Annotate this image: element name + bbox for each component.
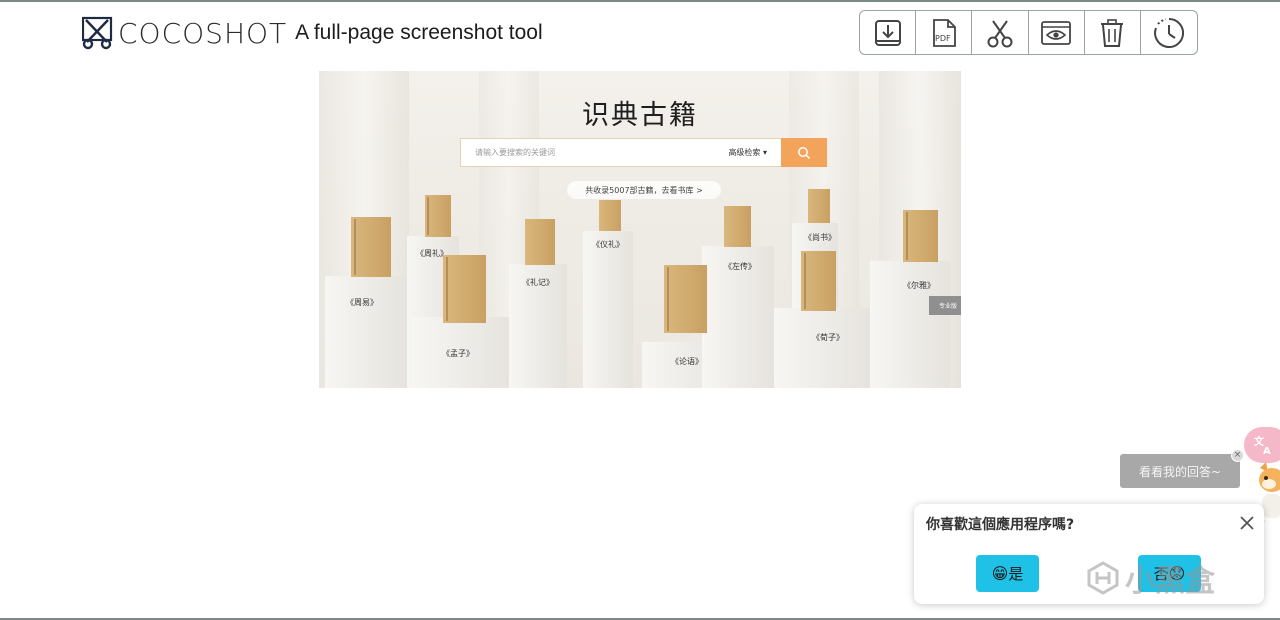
preview-search-box[interactable]: 请输入要搜索的关键词 高级检索 ▾ xyxy=(460,138,782,167)
book-label: 《荀子》 xyxy=(812,333,844,342)
crop-button[interactable] xyxy=(972,11,1029,54)
trash-icon xyxy=(1101,18,1124,47)
book-label: 《尚书》 xyxy=(804,233,836,242)
toolbar: PDF xyxy=(859,10,1198,55)
top-border xyxy=(0,0,1280,2)
eye-icon xyxy=(1041,20,1071,45)
brand-name: COCOSHOT xyxy=(118,16,288,50)
preview-advanced-search[interactable]: 高级检索 ▾ xyxy=(728,147,767,158)
scissors-logo-icon xyxy=(82,16,113,50)
watermark-text: 小黑盒 xyxy=(1125,564,1215,599)
download-button[interactable] xyxy=(860,11,917,54)
preview-search-placeholder: 请输入要搜索的关键词 xyxy=(475,148,555,157)
svg-text:A: A xyxy=(1263,446,1271,456)
translate-icon: 文 A xyxy=(1254,435,1271,456)
rating-yes-button[interactable]: 😁 是 xyxy=(976,555,1039,592)
brand-tagline: A full-page screenshot tool xyxy=(295,21,543,44)
book-label: 《周易》 xyxy=(346,298,378,307)
brand: COCOSHOT A full-page screenshot tool xyxy=(82,14,543,52)
pdf-icon-label: PDF xyxy=(935,34,951,43)
preview-side-tab[interactable]: 专业版 xyxy=(929,296,961,315)
book-label: 《孟子》 xyxy=(442,349,474,358)
download-icon xyxy=(874,19,901,46)
translate-button[interactable]: 文 A xyxy=(1244,427,1280,463)
book-label: 《论语》 xyxy=(671,357,703,366)
book-label: 《仪礼》 xyxy=(592,240,624,249)
search-icon xyxy=(798,146,811,159)
scissors-icon xyxy=(987,19,1013,47)
book-label: 《周礼》 xyxy=(416,249,448,258)
rating-question: 你喜歡這個應用程序嗎? xyxy=(926,517,1075,533)
close-icon[interactable] xyxy=(1238,514,1256,532)
preview-button[interactable] xyxy=(1029,11,1085,54)
delete-button[interactable] xyxy=(1085,11,1141,54)
pdf-button[interactable]: PDF xyxy=(916,11,973,54)
book-label: 《左传》 xyxy=(724,262,756,271)
history-button[interactable] xyxy=(1141,11,1197,54)
preview-collection-note[interactable]: 共收录5007部古籍，去看书库 > xyxy=(567,181,721,199)
heybox-logo-icon xyxy=(1087,561,1119,595)
watermark: 小黑盒 xyxy=(1085,556,1215,600)
tip-bubble[interactable]: 看看我的回答~ xyxy=(1120,454,1240,488)
book-label: 《礼记》 xyxy=(522,278,554,287)
pdf-icon: PDF xyxy=(932,18,956,47)
grin-emoji-icon: 😁 xyxy=(991,564,1009,583)
advanced-search-label: 高级检索 xyxy=(728,148,761,157)
preview-title: 识典古籍 xyxy=(582,100,698,131)
rating-yes-label: 是 xyxy=(1008,565,1024,583)
preview-search-button[interactable] xyxy=(781,138,827,167)
tip-close-button[interactable]: × xyxy=(1231,449,1244,462)
screenshot-preview[interactable]: 识典古籍 请输入要搜索的关键词 高级检索 ▾ 共收录5007部古籍，去看书库 >… xyxy=(319,71,961,388)
clock-icon xyxy=(1154,17,1185,48)
book-label: 《尔雅》 xyxy=(903,281,935,290)
